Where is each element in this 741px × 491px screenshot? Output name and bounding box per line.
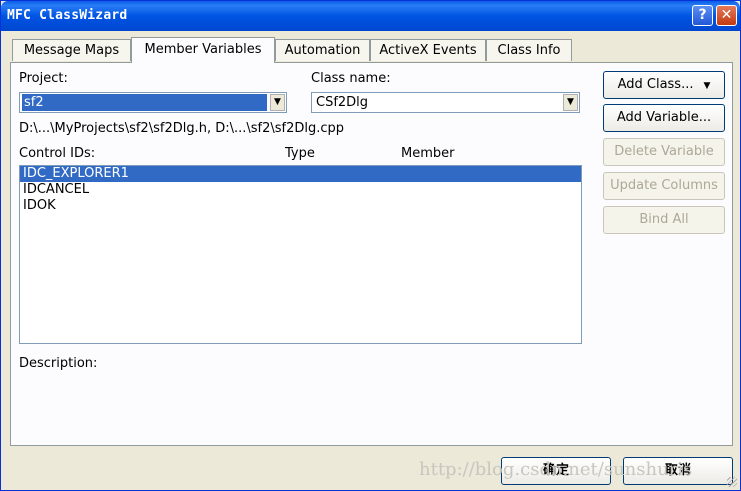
window-title: MFC ClassWizard <box>7 8 128 23</box>
help-button[interactable]: ? <box>692 5 713 26</box>
chevron-down-icon[interactable]: ▼ <box>270 94 285 111</box>
delete-variable-button[interactable]: Delete Variable <box>603 138 725 166</box>
description-label: Description: <box>19 356 98 371</box>
project-value: sf2 <box>22 94 267 111</box>
update-columns-button[interactable]: Update Columns <box>603 172 725 200</box>
add-class-button[interactable]: Add Class... ▼ <box>603 71 725 99</box>
class-name-combo[interactable]: CSf2Dlg ▼ <box>311 92 580 113</box>
list-item[interactable]: IDOK <box>20 198 581 214</box>
class-name-value: CSf2Dlg <box>316 95 369 110</box>
list-item[interactable]: IDCANCEL <box>20 182 581 198</box>
chevron-down-icon: ▼ <box>703 81 711 91</box>
help-icon: ? <box>698 7 707 23</box>
title-bar[interactable]: MFC ClassWizard ? ✕ <box>1 1 740 31</box>
watermark: http://blog.csdn.net/sunshuris <box>419 459 693 480</box>
tab-automation[interactable]: Automation <box>275 39 370 61</box>
add-variable-button[interactable]: Add Variable... <box>603 104 725 132</box>
add-class-label: Add Class... <box>617 77 694 92</box>
tab-member-variables[interactable]: Member Variables <box>131 37 275 63</box>
tab-class-info[interactable]: Class Info <box>486 39 572 61</box>
file-path: D:\...\MyProjects\sf2\sf2Dlg.h, D:\...\s… <box>19 121 345 136</box>
class-name-label: Class name: <box>311 71 391 86</box>
project-label: Project: <box>19 71 68 86</box>
classwizard-window: MFC ClassWizard ? ✕ Message Maps Member … <box>0 0 741 491</box>
control-ids-header: Control IDs: <box>19 146 96 161</box>
bind-all-button[interactable]: Bind All <box>603 206 725 234</box>
project-combo[interactable]: sf2 ▼ <box>19 92 287 113</box>
tab-message-maps[interactable]: Message Maps <box>12 39 131 61</box>
close-icon: ✕ <box>720 7 733 23</box>
list-item[interactable]: IDC_EXPLORER1 <box>20 166 581 182</box>
chevron-down-icon[interactable]: ▼ <box>563 94 578 111</box>
control-ids-list[interactable]: IDC_EXPLORER1 IDCANCEL IDOK <box>19 165 582 344</box>
resize-grip-icon[interactable] <box>727 477 737 487</box>
tab-activex-events[interactable]: ActiveX Events <box>370 39 486 61</box>
type-column-header: Type <box>285 146 315 161</box>
member-column-header: Member <box>401 146 455 161</box>
close-button[interactable]: ✕ <box>716 5 737 26</box>
